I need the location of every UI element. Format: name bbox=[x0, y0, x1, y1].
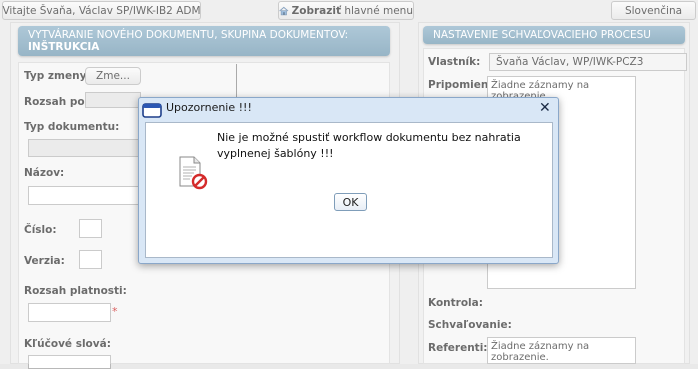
dialog-title: Upozornenie !!! bbox=[166, 101, 252, 114]
ok-button-label: OK bbox=[342, 195, 359, 209]
document-blocked-icon bbox=[179, 156, 208, 190]
dialog-message: Nie je možné spustiť workflow dokumentu … bbox=[217, 131, 521, 160]
window-icon bbox=[142, 103, 162, 118]
close-icon[interactable]: ✕ bbox=[539, 100, 551, 116]
ok-button[interactable]: OK bbox=[334, 193, 367, 211]
